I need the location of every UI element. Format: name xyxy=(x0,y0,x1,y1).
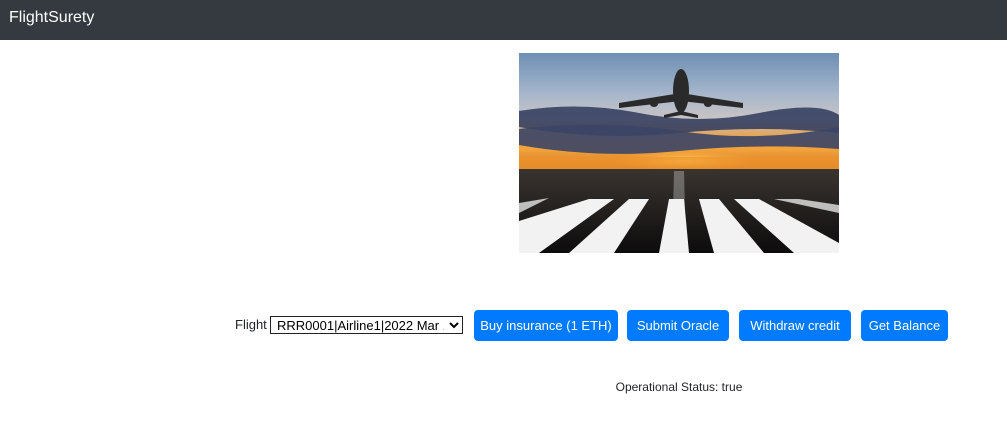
navbar: FlightSurety xyxy=(0,0,1007,40)
withdraw-credit-button[interactable]: Withdraw credit xyxy=(739,310,851,341)
operational-status: Operational Status: true xyxy=(615,380,743,394)
buy-insurance-button[interactable]: Buy insurance (1 ETH) xyxy=(474,310,618,341)
get-balance-button[interactable]: Get Balance xyxy=(861,310,948,341)
hero-image xyxy=(519,53,839,253)
submit-oracle-button[interactable]: Submit Oracle xyxy=(627,310,729,341)
flight-label: Flight xyxy=(235,317,267,332)
flight-select[interactable]: RRR0001|Airline1|2022 Mar 10 xyxy=(270,316,463,334)
flight-controls: Flight RRR0001|Airline1|2022 Mar 10 Buy … xyxy=(0,310,1007,342)
brand-title[interactable]: FlightSurety xyxy=(9,8,94,28)
